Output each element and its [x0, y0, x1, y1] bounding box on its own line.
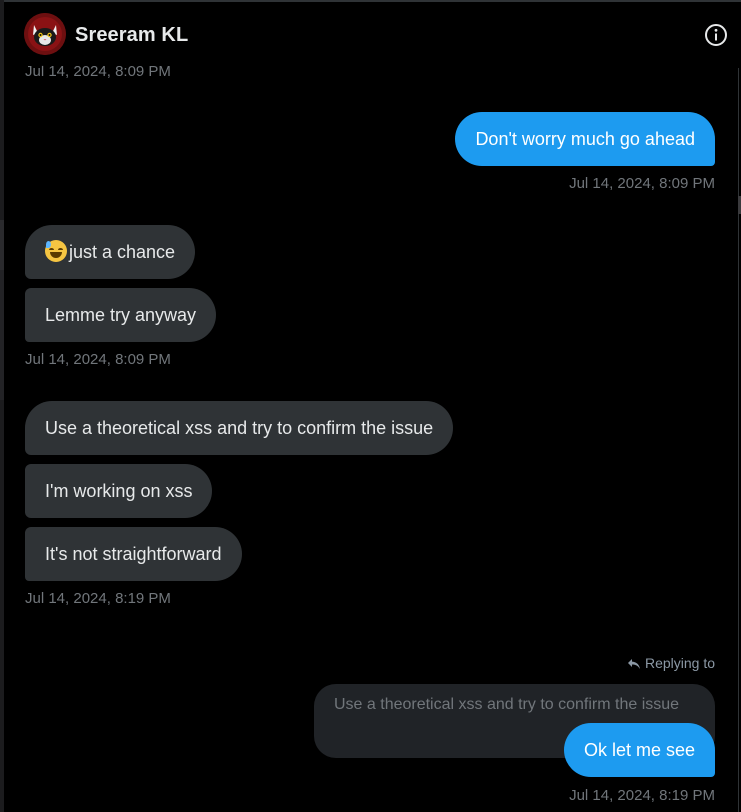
- sweat-smile-emoji-icon: [45, 240, 67, 263]
- right-border: [738, 68, 739, 812]
- message-timestamp: Jul 14, 2024, 8:09 PM: [25, 351, 171, 368]
- quoted-message-text: Use a theoretical xss and try to confirm…: [334, 696, 680, 713]
- info-icon[interactable]: [703, 22, 729, 48]
- conversation-header: Sreeram KL: [4, 2, 737, 66]
- replying-to-label: Replying to: [627, 655, 715, 671]
- incoming-message-bubble[interactable]: It's not straightforward: [25, 527, 242, 581]
- outgoing-message-bubble[interactable]: Don't worry much go ahead: [455, 112, 715, 166]
- avatar-cat-face-icon: [24, 13, 66, 55]
- contact-name[interactable]: Sreeram KL: [75, 24, 188, 47]
- incoming-message-bubble[interactable]: Lemme try anyway: [25, 288, 217, 342]
- left-edge-strip: [0, 0, 4, 812]
- incoming-message-bubble[interactable]: just a chance: [25, 225, 196, 279]
- outgoing-message-bubble[interactable]: Ok let me see: [563, 723, 715, 777]
- message-timestamp: Jul 14, 2024, 8:19 PM: [569, 787, 715, 804]
- incoming-message-bubble[interactable]: I'm working on xss: [25, 464, 213, 518]
- avatar[interactable]: [24, 13, 66, 55]
- reply-arrow-icon: [627, 659, 640, 669]
- message-timestamp: Jul 14, 2024, 8:19 PM: [25, 590, 171, 607]
- message-timestamp: Jul 14, 2024, 8:09 PM: [569, 175, 715, 192]
- message-text: just a chance: [69, 242, 176, 262]
- dm-conversation: Sreeram KL Jul 14, 2024, 8:09 PM Don't w…: [0, 0, 741, 812]
- incoming-message-bubble[interactable]: Use a theoretical xss and try to confirm…: [25, 401, 454, 455]
